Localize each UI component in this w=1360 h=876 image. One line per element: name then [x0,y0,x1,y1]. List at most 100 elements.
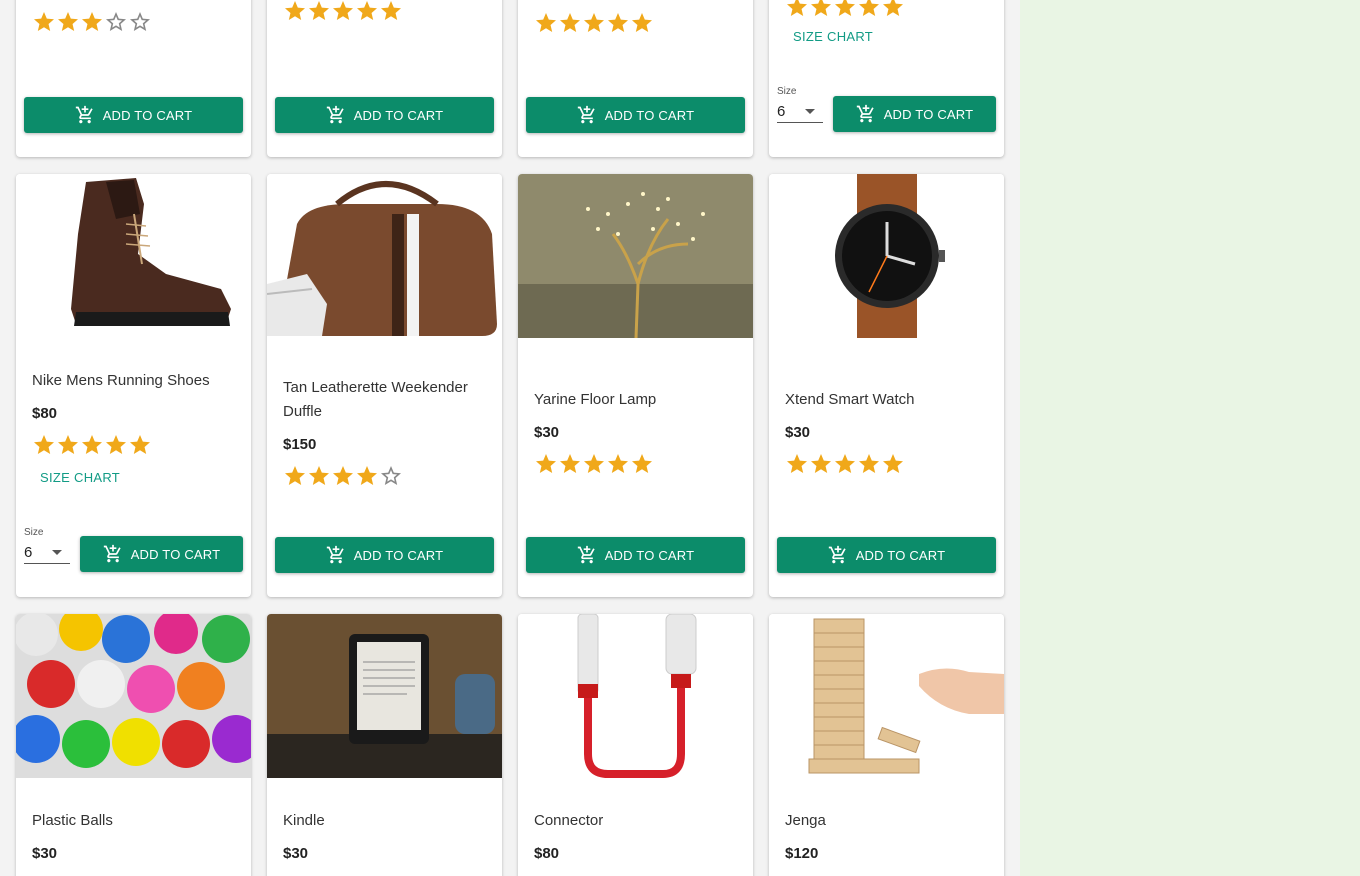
add-to-cart-button[interactable]: ADD TO CART [777,537,996,573]
dropdown-caret-icon [805,109,815,114]
add-to-cart-button[interactable]: ADD TO CART [275,537,494,573]
size-select[interactable]: Size 6 [777,86,823,123]
product-card: ADD TO CART [16,0,251,157]
size-chart-link[interactable]: SIZE CHART [793,29,873,44]
size-label: Size [777,86,797,97]
size-chart-link[interactable]: SIZE CHART [40,470,120,485]
add-shopping-cart-icon [326,545,346,565]
star-icon[interactable] [331,0,355,23]
product-card: Tan Leatherette Weekender Duffle $150 AD… [267,174,502,597]
star-outline-icon[interactable] [128,10,152,34]
add-to-cart-button[interactable]: ADD TO CART [275,97,494,133]
size-select[interactable]: Size 6 [24,527,70,564]
right-side-panel [1020,0,1360,876]
product-price: $30 [32,845,58,862]
star-icon[interactable] [307,0,331,23]
star-icon[interactable] [56,10,80,34]
product-image-boots[interactable] [16,174,251,338]
product-name[interactable]: Kindle [283,809,488,833]
product-image-jenga[interactable] [769,614,1004,778]
product-name[interactable]: Xtend Smart Watch [785,388,990,412]
product-card: Connector $80 [518,614,753,876]
rating-stars [785,452,905,476]
star-icon[interactable] [606,11,630,35]
star-icon[interactable] [582,11,606,35]
product-name[interactable]: Yarine Floor Lamp [534,388,739,412]
rating-stars [785,0,905,19]
product-name[interactable]: Nike Mens Running Shoes [32,369,237,393]
star-icon[interactable] [785,0,809,19]
star-outline-icon[interactable] [104,10,128,34]
size-value: 6 [24,544,33,561]
star-icon[interactable] [32,10,56,34]
rating-stars [283,464,403,488]
star-icon[interactable] [833,0,857,19]
add-to-cart-button[interactable]: ADD TO CART [833,96,996,132]
star-icon[interactable] [80,10,104,34]
add-shopping-cart-icon [577,105,597,125]
star-icon[interactable] [283,0,307,23]
star-icon[interactable] [534,452,558,476]
rating-stars [32,10,152,34]
star-icon[interactable] [379,0,403,23]
add-shopping-cart-icon [577,545,597,565]
product-card: SIZE CHART Size 6 ADD TO CART [769,0,1004,157]
star-icon[interactable] [283,464,307,488]
star-icon[interactable] [558,11,582,35]
product-image-kindle[interactable] [267,614,502,778]
star-icon[interactable] [104,433,128,457]
product-name[interactable]: Connector [534,809,739,833]
product-price: $80 [534,845,560,862]
dropdown-caret-icon [52,550,62,555]
product-image-duffle[interactable] [267,174,502,338]
size-value: 6 [777,103,786,120]
star-icon[interactable] [307,464,331,488]
rating-stars [32,433,152,457]
add-to-cart-button[interactable]: ADD TO CART [526,537,745,573]
star-outline-icon[interactable] [379,464,403,488]
star-icon[interactable] [857,0,881,19]
star-icon[interactable] [809,452,833,476]
star-icon[interactable] [630,11,654,35]
star-icon[interactable] [582,452,606,476]
star-icon[interactable] [809,0,833,19]
star-icon[interactable] [606,452,630,476]
star-icon[interactable] [355,0,379,23]
product-image-connector[interactable] [518,614,753,778]
star-icon[interactable] [558,452,582,476]
star-icon[interactable] [80,433,104,457]
size-label: Size [24,527,44,538]
product-name[interactable]: Jenga [785,809,990,833]
star-icon[interactable] [128,433,152,457]
star-icon[interactable] [881,0,905,19]
product-price: $30 [785,424,811,441]
star-icon[interactable] [534,11,558,35]
star-icon[interactable] [881,452,905,476]
star-icon[interactable] [857,452,881,476]
star-icon[interactable] [355,464,379,488]
star-icon[interactable] [833,452,857,476]
product-price: $150 [283,436,317,453]
product-card: Yarine Floor Lamp $30 ADD TO CART [518,174,753,597]
product-name[interactable]: Tan Leatherette Weekender Duffle [283,376,488,424]
add-to-cart-button[interactable]: ADD TO CART [24,97,243,133]
product-image-lamp[interactable] [518,174,753,338]
add-shopping-cart-icon [75,105,95,125]
star-icon[interactable] [630,452,654,476]
star-icon[interactable] [331,464,355,488]
add-shopping-cart-icon [828,545,848,565]
star-icon[interactable] [32,433,56,457]
product-card: Nike Mens Running Shoes $80 SIZE CHART S… [16,174,251,597]
add-to-cart-button[interactable]: ADD TO CART [80,536,243,572]
add-to-cart-button[interactable]: ADD TO CART [526,97,745,133]
product-card: Plastic Balls $30 [16,614,251,876]
product-price: $30 [283,845,309,862]
product-name[interactable]: Plastic Balls [32,809,237,833]
product-card: Xtend Smart Watch $30 ADD TO CART [769,174,1004,597]
star-icon[interactable] [56,433,80,457]
product-card: Jenga $120 [769,614,1004,876]
product-image-watch[interactable] [769,174,1004,338]
rating-stars [534,11,654,35]
star-icon[interactable] [785,452,809,476]
product-image-plastic-balls[interactable] [16,614,251,778]
